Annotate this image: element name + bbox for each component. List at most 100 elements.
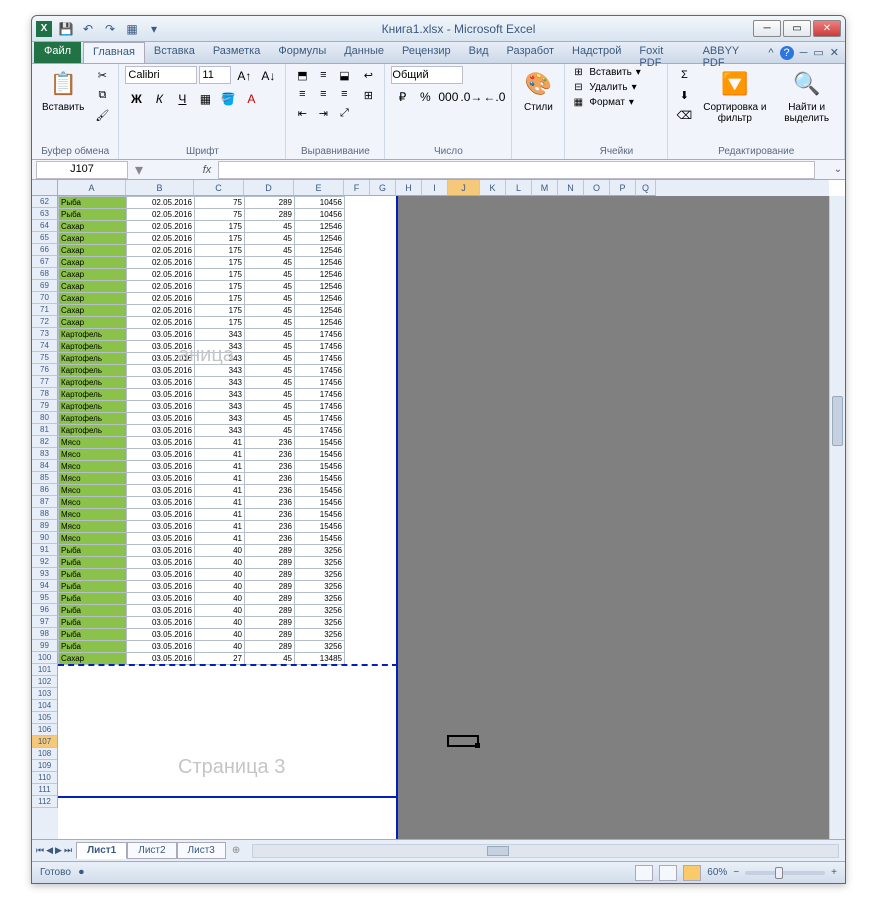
cell[interactable]: 13485	[295, 653, 345, 665]
cell[interactable]: 289	[245, 629, 295, 641]
zoom-handle[interactable]	[775, 867, 783, 879]
cut-button[interactable]: ✂	[92, 66, 112, 84]
cell[interactable]: 41	[195, 485, 245, 497]
cell[interactable]: 02.05.2016	[127, 221, 195, 233]
cell[interactable]: Мясо	[59, 449, 127, 461]
table-row[interactable]: Картофель03.05.20163434517456	[59, 341, 345, 353]
table-row[interactable]: Сахар03.05.2016274513485	[59, 653, 345, 665]
wrap-text-button[interactable]: ↩	[358, 66, 378, 84]
worksheet-grid[interactable]: ABCDEFGHIJKLMNOPQ 6263646566676869707172…	[32, 180, 845, 839]
cell[interactable]: 41	[195, 437, 245, 449]
cell[interactable]: 3256	[295, 581, 345, 593]
cell[interactable]: 45	[245, 341, 295, 353]
cell[interactable]: 41	[195, 449, 245, 461]
row-header-62[interactable]: 62	[32, 196, 58, 208]
cell[interactable]: 15456	[295, 473, 345, 485]
cell[interactable]: 75	[195, 197, 245, 209]
cell[interactable]: 17456	[295, 425, 345, 437]
table-row[interactable]: Картофель03.05.20163434517456	[59, 389, 345, 401]
sort-filter-button[interactable]: 🔽 Сортировка и фильтр	[698, 66, 771, 126]
page-break-view-button[interactable]	[683, 865, 701, 881]
tab-abbyy pdf[interactable]: ABBYY PDF	[694, 42, 769, 63]
fx-icon[interactable]: fx	[196, 164, 218, 176]
normal-view-button[interactable]	[635, 865, 653, 881]
table-row[interactable]: Сахар02.05.20161754512546	[59, 233, 345, 245]
undo-button[interactable]: ↶	[78, 19, 98, 39]
row-header-88[interactable]: 88	[32, 508, 58, 520]
col-header-I[interactable]: I	[422, 180, 448, 196]
cell[interactable]: 3256	[295, 641, 345, 653]
row-header-91[interactable]: 91	[32, 544, 58, 556]
cell[interactable]: 175	[195, 233, 245, 245]
cell[interactable]: 289	[245, 209, 295, 221]
row-header-73[interactable]: 73	[32, 328, 58, 340]
col-header-Q[interactable]: Q	[636, 180, 656, 196]
cell[interactable]: 12546	[295, 317, 345, 329]
row-header-72[interactable]: 72	[32, 316, 58, 328]
cell[interactable]: 175	[195, 245, 245, 257]
cell[interactable]: 3256	[295, 545, 345, 557]
cell[interactable]: 289	[245, 569, 295, 581]
cell[interactable]: 03.05.2016	[127, 521, 195, 533]
cell[interactable]: Сахар	[59, 317, 127, 329]
cell[interactable]: 02.05.2016	[127, 197, 195, 209]
cell[interactable]: Картофель	[59, 401, 127, 413]
row-header-93[interactable]: 93	[32, 568, 58, 580]
table-row[interactable]: Мясо03.05.20164123615456	[59, 521, 345, 533]
table-row[interactable]: Мясо03.05.20164123615456	[59, 437, 345, 449]
orientation-button[interactable]: ⤢	[334, 104, 354, 122]
cell[interactable]: 3256	[295, 629, 345, 641]
row-header-112[interactable]: 112	[32, 796, 58, 808]
tab-надстрой[interactable]: Надстрой	[563, 42, 630, 63]
cell[interactable]: 175	[195, 317, 245, 329]
cell[interactable]: 236	[245, 461, 295, 473]
row-header-98[interactable]: 98	[32, 628, 58, 640]
vertical-scrollbar[interactable]	[829, 196, 845, 839]
cell[interactable]: 03.05.2016	[127, 617, 195, 629]
scrollbar-thumb[interactable]	[832, 396, 843, 446]
row-header-99[interactable]: 99	[32, 640, 58, 652]
cell[interactable]: 41	[195, 473, 245, 485]
cell[interactable]: 45	[245, 221, 295, 233]
table-row[interactable]: Картофель03.05.20163434517456	[59, 401, 345, 413]
cell[interactable]: 12546	[295, 257, 345, 269]
cell[interactable]: 41	[195, 497, 245, 509]
cell[interactable]: 12546	[295, 245, 345, 257]
row-header-83[interactable]: 83	[32, 448, 58, 460]
col-header-A[interactable]: A	[58, 180, 126, 196]
cell[interactable]: 03.05.2016	[127, 329, 195, 341]
cell[interactable]: 40	[195, 557, 245, 569]
cell[interactable]: Картофель	[59, 353, 127, 365]
cell[interactable]: 40	[195, 629, 245, 641]
cell[interactable]: Сахар	[59, 281, 127, 293]
cell[interactable]: 175	[195, 269, 245, 281]
row-header-107[interactable]: 107	[32, 736, 58, 748]
align-top-button[interactable]: ⬒	[292, 66, 312, 84]
tab-формулы[interactable]: Формулы	[269, 42, 335, 63]
row-header-102[interactable]: 102	[32, 676, 58, 688]
table-row[interactable]: Рыба03.05.2016402893256	[59, 641, 345, 653]
cell[interactable]: 03.05.2016	[127, 341, 195, 353]
cell[interactable]: 03.05.2016	[127, 425, 195, 437]
table-row[interactable]: Сахар02.05.20161754512546	[59, 257, 345, 269]
cell[interactable]: 343	[195, 425, 245, 437]
row-header-95[interactable]: 95	[32, 592, 58, 604]
table-row[interactable]: Картофель03.05.20163434517456	[59, 365, 345, 377]
table-row[interactable]: Рыба03.05.2016402893256	[59, 593, 345, 605]
row-header-84[interactable]: 84	[32, 460, 58, 472]
row-header-96[interactable]: 96	[32, 604, 58, 616]
sheet-tab-Лист3[interactable]: Лист3	[177, 842, 226, 859]
cell[interactable]: 45	[245, 365, 295, 377]
data-table[interactable]: Рыба02.05.20167528910456Рыба02.05.201675…	[58, 196, 345, 665]
cell[interactable]: Картофель	[59, 425, 127, 437]
cell[interactable]: 03.05.2016	[127, 473, 195, 485]
col-header-K[interactable]: K	[480, 180, 506, 196]
first-sheet-icon[interactable]: ⏮	[36, 845, 44, 856]
col-header-H[interactable]: H	[396, 180, 422, 196]
row-header-87[interactable]: 87	[32, 496, 58, 508]
cell[interactable]: 41	[195, 461, 245, 473]
cell[interactable]: Сахар	[59, 305, 127, 317]
cell[interactable]: 343	[195, 401, 245, 413]
font-name-select[interactable]	[125, 66, 197, 84]
cell[interactable]: 02.05.2016	[127, 317, 195, 329]
